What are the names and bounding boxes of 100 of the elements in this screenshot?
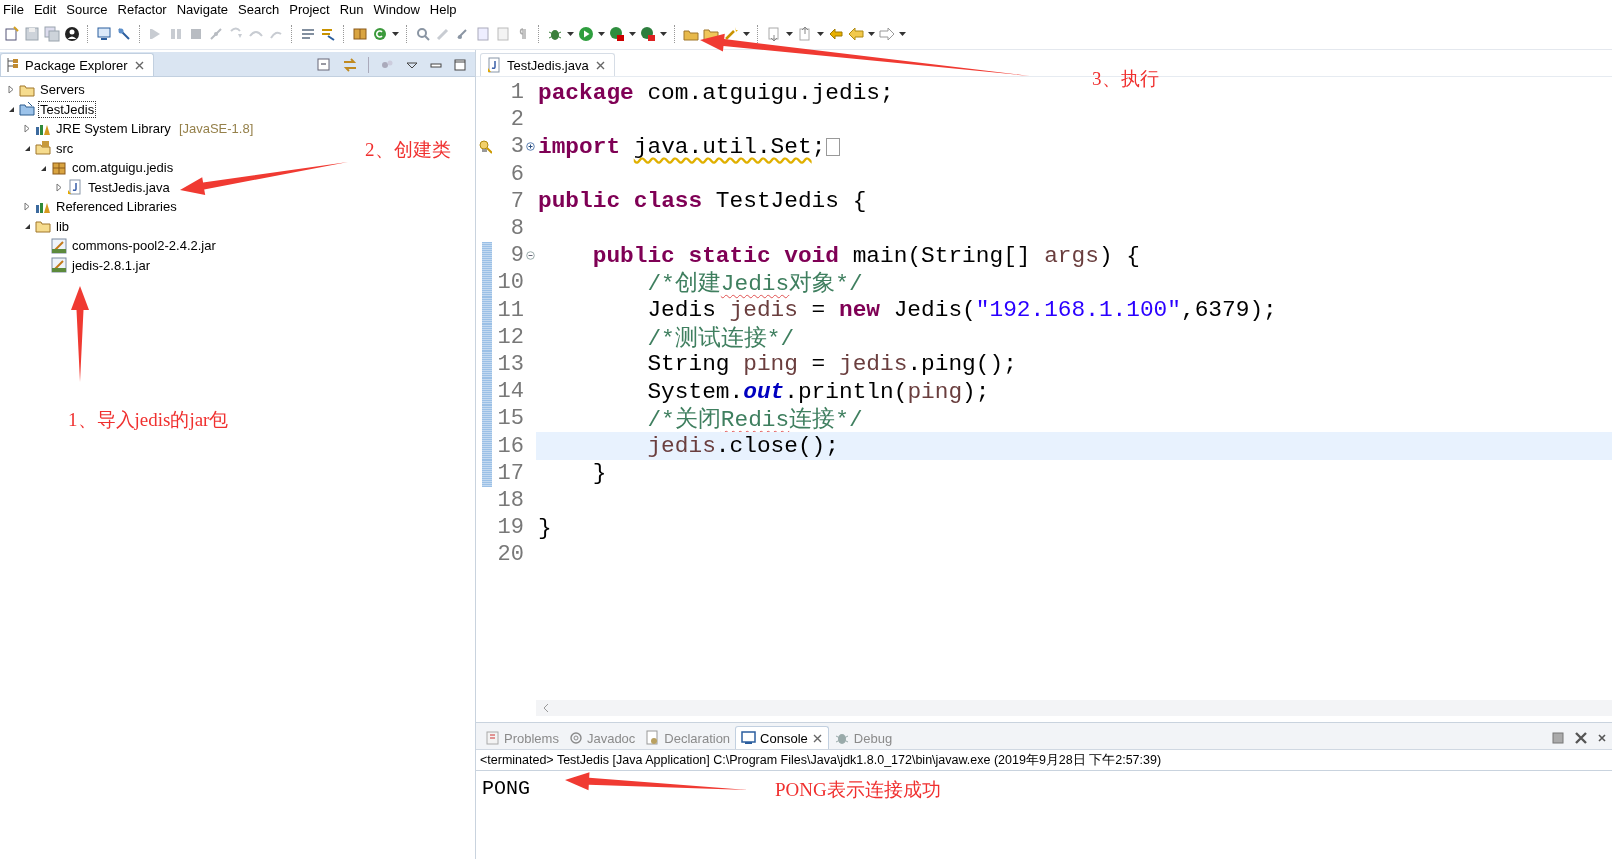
package-icon[interactable] xyxy=(352,25,368,42)
caret-icon[interactable] xyxy=(743,29,750,38)
package-explorer-icon xyxy=(5,57,19,73)
line-number: 13 xyxy=(496,351,524,377)
tree-item[interactable]: TestJedis xyxy=(38,100,97,118)
problems-icon[interactable] xyxy=(485,730,500,746)
jar-file-icon xyxy=(51,257,67,274)
collapsed-triangle-icon[interactable] xyxy=(23,124,31,134)
expanded-triangle-icon[interactable] xyxy=(7,105,15,114)
menu-item[interactable]: Navigate xyxy=(173,1,233,17)
link-arrows-icon[interactable] xyxy=(342,57,358,73)
caret-icon[interactable] xyxy=(392,29,399,38)
minimize-icon[interactable] xyxy=(429,60,443,70)
tree-item[interactable]: JRE System Library xyxy=(54,120,173,138)
menu-item[interactable]: Source xyxy=(63,1,113,17)
caret-icon[interactable] xyxy=(598,29,605,38)
scroll-left-icon[interactable] xyxy=(542,703,550,713)
at-sign-icon[interactable] xyxy=(568,730,583,746)
view-tab[interactable]: Console xyxy=(735,726,829,749)
collapse-all-icon[interactable] xyxy=(316,57,332,73)
line-number: 1 xyxy=(509,80,524,106)
annotation-label: PONG表示连接成功 xyxy=(775,778,941,802)
folder-icon xyxy=(35,218,51,235)
view-menu-icon[interactable] xyxy=(405,60,419,70)
line-number: 2 xyxy=(509,107,524,133)
tree-item[interactable]: com.atguigu.jedis xyxy=(70,159,176,177)
caret-icon[interactable] xyxy=(786,29,793,38)
pin-icon[interactable] xyxy=(116,25,132,42)
code-line: Jedis jedis = new Jedis("192.168.1.100",6379); xyxy=(647,297,1277,324)
menu-item[interactable]: Refactor xyxy=(114,1,172,17)
source-folder-icon xyxy=(35,140,51,157)
menu-item[interactable]: Project xyxy=(286,1,335,17)
tree-item[interactable]: src xyxy=(54,139,76,157)
code-line: String ping = jedis.ping(); xyxy=(647,351,1017,378)
tree-item[interactable]: TestJedis.java xyxy=(86,178,172,196)
java-file-icon xyxy=(487,57,501,73)
menu-item[interactable]: Run xyxy=(336,1,369,17)
line-number: 15 xyxy=(496,406,524,432)
declaration-icon[interactable] xyxy=(645,730,661,746)
editor-tab[interactable]: TestJedis.java xyxy=(480,53,615,76)
close-tab-icon[interactable] xyxy=(594,59,606,71)
caret-icon[interactable] xyxy=(629,29,636,38)
monitor-icon[interactable] xyxy=(96,25,112,42)
code-line: import java.util.Set; xyxy=(538,133,826,160)
fold-expand-icon[interactable] xyxy=(525,142,535,152)
line-number: 9 xyxy=(509,243,524,269)
tree-item[interactable]: commons-pool2-2.4.2.jar xyxy=(70,237,218,255)
fold-collapse-icon[interactable] xyxy=(525,251,535,261)
tree-item[interactable]: Servers xyxy=(38,81,87,99)
line-number: 19 xyxy=(496,515,524,541)
collapsed-triangle-icon[interactable] xyxy=(7,85,15,95)
line-number: 16 xyxy=(496,433,524,459)
minimize-icon[interactable] xyxy=(1552,732,1564,744)
code-line: System.out.println(ping); xyxy=(647,378,990,405)
close-tab-icon[interactable] xyxy=(811,732,823,744)
tree-item[interactable]: jedis-2.8.1.jar xyxy=(70,256,153,274)
caret-icon[interactable] xyxy=(660,29,667,38)
project-folder-icon xyxy=(19,101,35,118)
new-file-icon[interactable] xyxy=(4,25,20,42)
maximize-icon[interactable] xyxy=(453,59,467,71)
code-line: /*关闭Redis连接*/ xyxy=(647,406,863,435)
close-tab-icon[interactable] xyxy=(133,59,145,71)
line-number: 12 xyxy=(496,324,524,350)
folded-code-icon[interactable] xyxy=(825,136,842,157)
disconnect-icon[interactable] xyxy=(208,25,224,42)
java-file-icon xyxy=(67,179,83,196)
tree-item[interactable]: lib xyxy=(54,217,71,235)
line-number: 10 xyxy=(496,270,524,296)
code-line: /*测试连接*/ xyxy=(647,324,795,353)
class-icon[interactable] xyxy=(372,25,388,42)
coverage-icon[interactable] xyxy=(609,25,625,42)
annotation-label: 2、创建类 xyxy=(365,138,451,162)
remove-launches-icon[interactable] xyxy=(1574,731,1588,745)
menu-item[interactable]: Help xyxy=(426,1,462,17)
console-icon[interactable] xyxy=(741,730,757,746)
caret-icon[interactable] xyxy=(567,29,574,38)
line-number: 11 xyxy=(496,297,524,323)
horizontal-scrollbar[interactable] xyxy=(536,700,1612,716)
expanded-triangle-icon[interactable] xyxy=(23,222,31,231)
person-icon[interactable] xyxy=(64,25,80,42)
menu-item[interactable]: Edit xyxy=(30,1,62,17)
caret-icon[interactable] xyxy=(868,29,875,38)
menu-item[interactable]: Window xyxy=(370,1,425,17)
caret-icon[interactable] xyxy=(817,29,824,38)
menu-item[interactable]: File xyxy=(0,1,29,17)
collapsed-triangle-icon[interactable] xyxy=(23,202,31,212)
tree-item[interactable]: Referenced Libraries xyxy=(54,198,179,216)
library-version: [JavaSE-1.8] xyxy=(178,121,254,137)
line-number: 18 xyxy=(496,487,524,513)
expanded-triangle-icon[interactable] xyxy=(23,144,31,153)
console-status: <terminated> TestJedis [Java Application] C:\Program Files\Java\jdk1.8.0_172\bin\javaw.exe (2019年9月28日 下午2:57:39) xyxy=(480,751,1162,769)
collapsed-triangle-icon[interactable] xyxy=(55,182,63,192)
view-tab[interactable]: Package Explorer xyxy=(0,53,154,76)
close-icon[interactable] xyxy=(1598,733,1606,743)
menu-item[interactable]: Search xyxy=(235,1,285,17)
external-tool-icon[interactable] xyxy=(640,25,656,42)
annotation-label: 3、执行 xyxy=(1092,67,1159,91)
search-icon[interactable] xyxy=(415,25,431,42)
line-number: 8 xyxy=(509,216,524,242)
caret-icon[interactable] xyxy=(899,29,906,38)
